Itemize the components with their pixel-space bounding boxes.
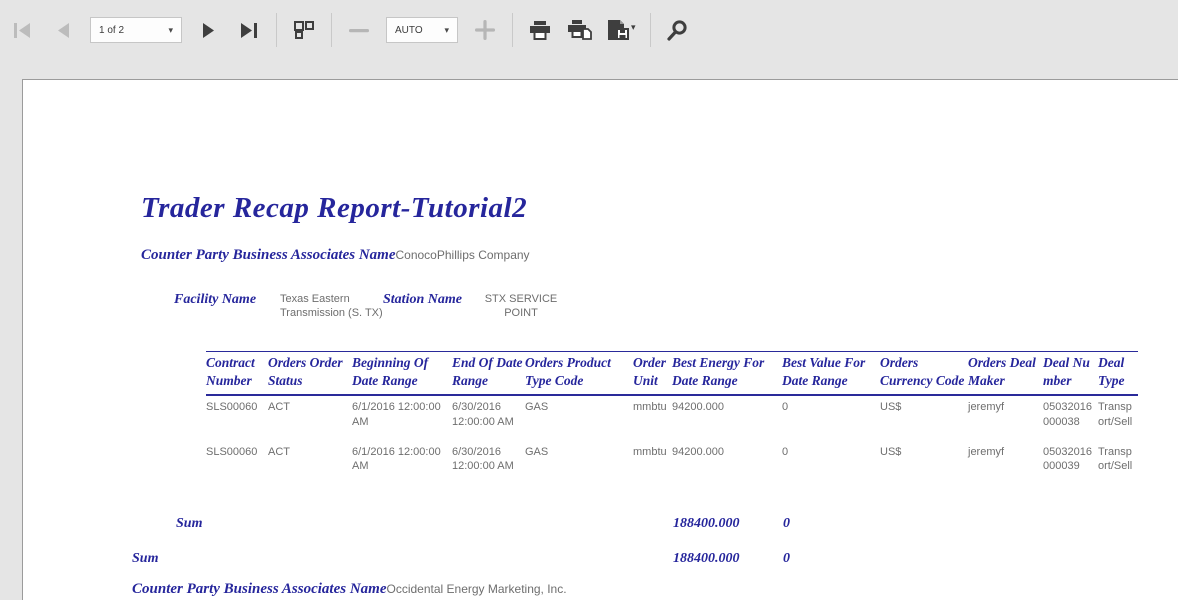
cell-product-type: GAS <box>525 441 633 486</box>
search-icon <box>667 20 688 41</box>
cell-end-date: 6/30/2016 12:00:00 AM <box>452 441 525 486</box>
facility-name-label: Facility Name <box>174 292 256 308</box>
multipage-view-button[interactable] <box>291 17 317 43</box>
cell-order-status: ACT <box>268 395 352 441</box>
cell-begin-date: 6/1/2016 12:00:00 AM <box>352 441 452 486</box>
counter-party-value: ConocoPhillips Company <box>395 248 529 262</box>
counter-party-group-1: Counter Party Business Associates NameCo… <box>141 246 530 264</box>
zoom-out-icon <box>349 28 369 33</box>
col-header: Best Energy For Date Range <box>672 352 782 396</box>
cell-order-unit: mmbtu <box>633 395 672 441</box>
col-header: Beginning Of Date Range <box>352 352 452 396</box>
cell-deal-maker: jeremyf <box>968 441 1043 486</box>
cell-deal-number: 05032016000038 <box>1043 395 1098 441</box>
toolbar-separator <box>650 13 651 47</box>
facility-name-value: Texas Eastern Transmission (S. TX) <box>280 293 386 321</box>
export-button[interactable]: ▾ <box>607 20 636 40</box>
table-row: SLS00060 ACT 6/1/2016 12:00:00 AM 6/30/2… <box>206 441 1138 486</box>
col-header: Orders Currency Code <box>880 352 968 396</box>
sum-label: Sum <box>132 551 158 567</box>
toolbar-separator <box>276 13 277 47</box>
station-name-label: Station Name <box>383 292 462 308</box>
station-name-value: STX SERVICE POINT <box>471 293 571 321</box>
chevron-down-icon: ▾ <box>631 22 636 33</box>
col-header: Orders Order Status <box>268 352 352 396</box>
col-header: Deal Type <box>1098 352 1138 396</box>
zoom-in-button[interactable] <box>472 17 498 43</box>
print-layout-icon <box>568 20 592 40</box>
report-viewer-toolbar: 1 of 2 ▾ AUTO ▾ <box>0 0 1178 60</box>
counter-party-group-2: Counter Party Business Associates NameOc… <box>132 580 567 598</box>
print-button[interactable] <box>527 17 553 43</box>
sum-best-energy: 188400.000 <box>673 551 740 567</box>
last-page-button[interactable] <box>236 17 262 43</box>
cell-currency: US$ <box>880 395 968 441</box>
sum-label: Sum <box>176 516 202 532</box>
sum-best-value: 0 <box>783 516 790 532</box>
report-title: Trader Recap Report-Tutorial2 <box>141 192 527 225</box>
col-header: Order Unit <box>633 352 672 396</box>
search-button[interactable] <box>665 17 691 43</box>
cell-best-value: 0 <box>782 441 880 486</box>
cell-deal-number: 05032016000039 <box>1043 441 1098 486</box>
first-page-button[interactable] <box>10 17 36 43</box>
page-number-select[interactable]: 1 of 2 ▾ <box>90 17 182 43</box>
cell-product-type: GAS <box>525 395 633 441</box>
cell-deal-type: Transport/Sell <box>1098 395 1138 441</box>
col-header: Orders Deal Maker <box>968 352 1043 396</box>
page-number-value: 1 of 2 <box>99 25 124 36</box>
previous-page-icon <box>55 22 71 39</box>
zoom-level-select[interactable]: AUTO ▾ <box>386 17 458 43</box>
chevron-down-icon: ▾ <box>444 25 449 36</box>
counter-party-label: Counter Party Business Associates Name <box>132 581 386 597</box>
previous-page-button[interactable] <box>50 17 76 43</box>
col-header: Contract Number <box>206 352 268 396</box>
first-page-icon <box>13 22 33 39</box>
cell-best-energy: 94200.000 <box>672 441 782 486</box>
toolbar-separator <box>512 13 513 47</box>
chevron-down-icon: ▾ <box>168 25 173 36</box>
zoom-in-icon <box>475 20 495 40</box>
print-layout-button[interactable] <box>567 17 593 43</box>
cell-order-status: ACT <box>268 441 352 486</box>
sum-best-energy: 188400.000 <box>673 516 740 532</box>
export-icon <box>607 20 629 40</box>
next-page-icon <box>201 22 217 39</box>
col-header: Orders Product Type Code <box>525 352 633 396</box>
cell-contract-number: SLS00060 <box>206 395 268 441</box>
report-page: Trader Recap Report-Tutorial2 Counter Pa… <box>22 79 1178 600</box>
table-header-row: Contract Number Orders Order Status Begi… <box>206 352 1138 396</box>
last-page-icon <box>239 22 259 39</box>
zoom-out-button[interactable] <box>346 17 372 43</box>
col-header: End Of Date Range <box>452 352 525 396</box>
cell-begin-date: 6/1/2016 12:00:00 AM <box>352 395 452 441</box>
cell-best-energy: 94200.000 <box>672 395 782 441</box>
next-page-button[interactable] <box>196 17 222 43</box>
orders-table: Contract Number Orders Order Status Begi… <box>206 351 1138 486</box>
cell-deal-type: Transport/Sell <box>1098 441 1138 486</box>
cell-order-unit: mmbtu <box>633 441 672 486</box>
zoom-level-value: AUTO <box>395 25 423 36</box>
cell-best-value: 0 <box>782 395 880 441</box>
col-header: Deal Number <box>1043 352 1098 396</box>
sum-best-value: 0 <box>783 551 790 567</box>
cell-deal-maker: jeremyf <box>968 395 1043 441</box>
counter-party-value: Occidental Energy Marketing, Inc. <box>386 582 566 596</box>
counter-party-label: Counter Party Business Associates Name <box>141 247 395 263</box>
print-icon <box>529 21 551 40</box>
multipage-view-icon <box>293 20 315 40</box>
cell-contract-number: SLS00060 <box>206 441 268 486</box>
table-row: SLS00060 ACT 6/1/2016 12:00:00 AM 6/30/2… <box>206 395 1138 441</box>
cell-currency: US$ <box>880 441 968 486</box>
toolbar-separator <box>331 13 332 47</box>
cell-end-date: 6/30/2016 12:00:00 AM <box>452 395 525 441</box>
col-header: Best Value For Date Range <box>782 352 880 396</box>
